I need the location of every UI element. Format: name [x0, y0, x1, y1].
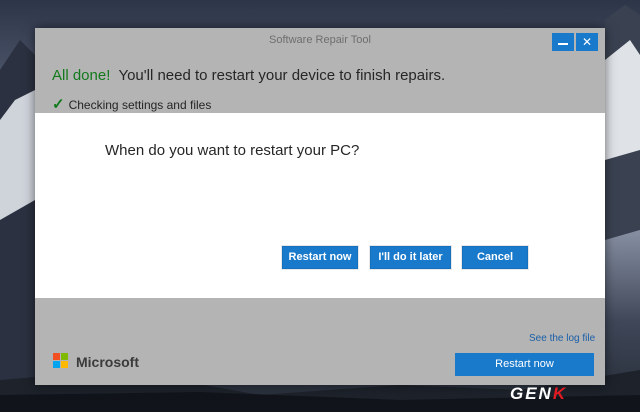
minimize-button[interactable]: [552, 33, 574, 51]
check-item-label: Checking settings and files: [68, 98, 212, 112]
close-button[interactable]: ✕: [576, 33, 598, 51]
restart-question: When do you want to restart your PC?: [105, 142, 360, 159]
status-text: You'll need to restart your device to fi…: [118, 67, 446, 84]
microsoft-brand-text: Microsoft: [76, 354, 139, 370]
status-message: All done! You'll need to restart your de…: [52, 67, 445, 84]
restart-now-button[interactable]: Restart now: [282, 246, 358, 269]
logo-square-yellow: [61, 361, 68, 368]
cancel-button[interactable]: Cancel: [462, 246, 528, 269]
status-done-label: All done!: [52, 67, 111, 84]
logo-square-green: [61, 353, 68, 360]
minimize-icon: [558, 43, 568, 45]
restart-prompt-panel: When do you want to restart your PC? Res…: [35, 113, 605, 298]
repair-tool-window: Software Repair Tool ✕ All done! You'll …: [35, 28, 605, 385]
window-title: Software Repair Tool: [269, 34, 371, 46]
see-log-file-link[interactable]: See the log file: [529, 333, 595, 344]
restart-later-button[interactable]: I'll do it later: [370, 246, 451, 269]
footer-restart-now-button[interactable]: Restart now: [455, 353, 594, 376]
genk-watermark: GENK: [510, 384, 567, 404]
checkmark-icon: ✓: [52, 96, 65, 113]
title-bar[interactable]: Software Repair Tool ✕: [35, 28, 605, 54]
watermark-suffix: K: [552, 384, 568, 403]
check-item: ✓ Checking settings and files: [52, 95, 211, 113]
close-icon: ✕: [581, 35, 593, 49]
watermark-prefix: GEN: [510, 384, 553, 403]
logo-square-blue: [53, 361, 60, 368]
microsoft-logo-icon: [53, 353, 69, 369]
logo-square-red: [53, 353, 60, 360]
